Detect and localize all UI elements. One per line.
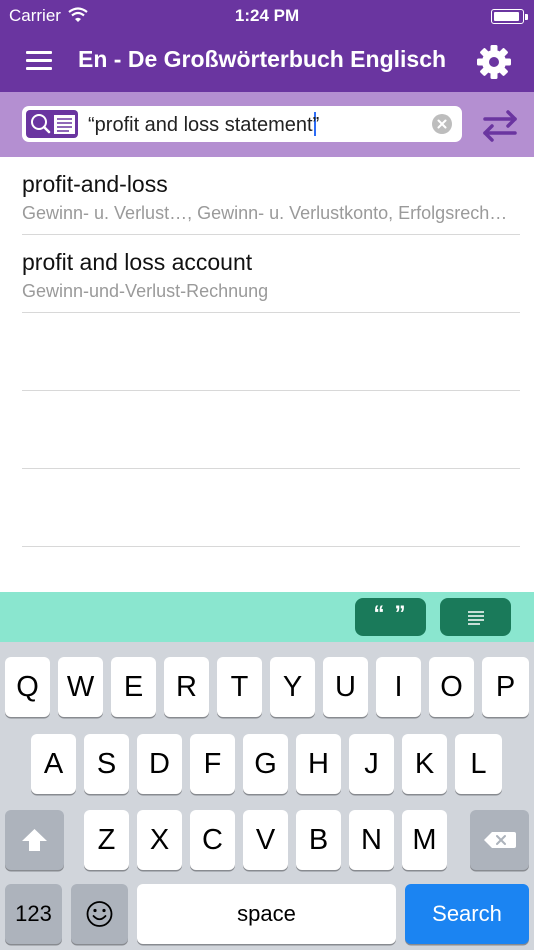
empty-row: [22, 313, 520, 391]
key-f[interactable]: F: [190, 734, 235, 794]
key-d[interactable]: D: [137, 734, 182, 794]
key-l[interactable]: L: [455, 734, 502, 794]
search-query-closing-quote: ”: [312, 114, 320, 136]
key-c[interactable]: C: [190, 810, 235, 870]
key-v[interactable]: V: [243, 810, 288, 870]
results-list: profit-and-loss Gewinn- u. Verlust…, Gew…: [0, 157, 534, 592]
search-key[interactable]: Search: [405, 884, 529, 944]
hamburger-menu-icon[interactable]: [22, 48, 54, 74]
status-bar: Carrier 1:24 PM: [0, 0, 534, 32]
key-q[interactable]: Q: [5, 657, 50, 717]
key-n[interactable]: N: [349, 810, 394, 870]
nav-bar: En - De Großwörterbuch Englisch: [0, 32, 534, 92]
key-h[interactable]: H: [296, 734, 341, 794]
empty-row: [22, 391, 520, 469]
swap-direction-icon[interactable]: [480, 105, 520, 145]
battery-tip: [525, 14, 528, 20]
key-m[interactable]: M: [402, 810, 447, 870]
list-item[interactable]: profit-and-loss Gewinn- u. Verlust…, Gew…: [22, 157, 520, 235]
status-time: 1:24 PM: [234, 6, 300, 25]
emoji-icon[interactable]: [71, 884, 128, 944]
key-r[interactable]: R: [164, 657, 209, 717]
key-x[interactable]: X: [137, 810, 182, 870]
battery-level: [494, 12, 519, 21]
text-lines-icon[interactable]: [440, 598, 511, 636]
key-g[interactable]: G: [243, 734, 288, 794]
search-bar: “profit and loss statement”: [0, 92, 534, 157]
clear-circle-icon[interactable]: [432, 114, 452, 134]
key-k[interactable]: K: [402, 734, 447, 794]
space-key[interactable]: space: [137, 884, 396, 944]
key-i[interactable]: I: [376, 657, 421, 717]
backspace-icon[interactable]: [470, 810, 529, 870]
key-e[interactable]: E: [111, 657, 156, 717]
list-item[interactable]: profit and loss account Gewinn-und-Verlu…: [22, 235, 520, 313]
key-s[interactable]: S: [84, 734, 129, 794]
result-translation: Gewinn-und-Verlust-Rechnung: [22, 281, 269, 301]
key-u[interactable]: U: [323, 657, 368, 717]
search-query-text: “profit and loss statement: [88, 114, 313, 136]
result-title: profit-and-loss: [22, 171, 168, 197]
key-o[interactable]: O: [429, 657, 474, 717]
empty-row: [22, 469, 520, 547]
key-a[interactable]: A: [31, 734, 76, 794]
gear-icon[interactable]: [474, 42, 514, 82]
search-text-mode-icon[interactable]: [26, 110, 78, 138]
battery-icon: [491, 9, 524, 24]
keyboard: Q W E R T Y U I O P A S D F G H J K L Z …: [0, 642, 534, 950]
numbers-key[interactable]: 123: [5, 884, 62, 944]
dictionary-title: En - De Großwörterbuch Englisch: [78, 46, 447, 72]
key-w[interactable]: W: [58, 657, 103, 717]
exact-phrase-button[interactable]: “ ”: [355, 598, 426, 636]
key-z[interactable]: Z: [84, 810, 129, 870]
key-p[interactable]: P: [482, 657, 529, 717]
result-translation: Gewinn- u. Verlust…, Gewinn- u. Verlustk…: [22, 203, 514, 223]
result-title: profit and loss account: [22, 249, 253, 275]
shift-arrow-icon[interactable]: [5, 810, 64, 870]
key-t[interactable]: T: [217, 657, 262, 717]
search-input[interactable]: “profit and loss statement”: [88, 112, 428, 138]
search-field[interactable]: “profit and loss statement”: [22, 106, 462, 142]
search-mode-toolbar: “ ”: [0, 592, 534, 642]
key-b[interactable]: B: [296, 810, 341, 870]
key-j[interactable]: J: [349, 734, 394, 794]
key-y[interactable]: Y: [270, 657, 315, 717]
